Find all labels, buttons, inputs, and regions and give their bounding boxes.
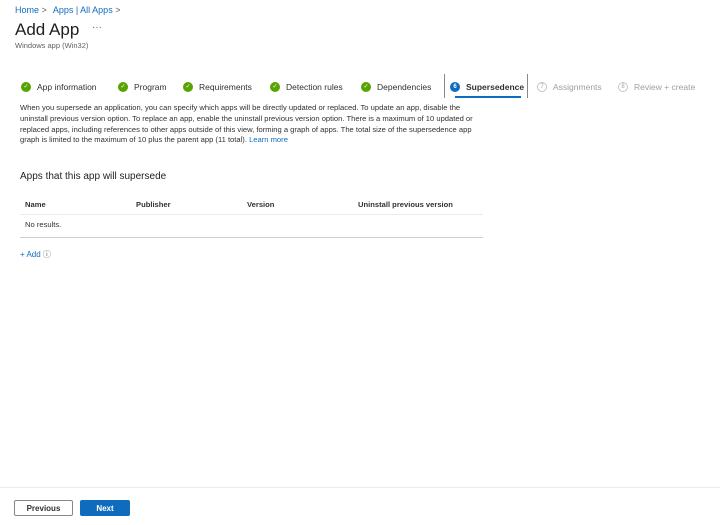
header-divider [20,214,483,215]
step-detection-rules[interactable]: ✓ Detection rules [270,80,343,93]
step-app-information[interactable]: ✓ App information [21,80,97,93]
step-label: Program [134,81,167,92]
check-icon: ✓ [270,81,280,92]
step-number-icon: 7 [537,81,547,92]
breadcrumb-separator: > [115,5,121,15]
column-header-version: Version [247,200,275,209]
footer-divider [0,487,720,488]
column-header-uninstall: Uninstall previous version [358,200,453,209]
breadcrumb: Home > Apps | All Apps > [15,5,124,15]
breadcrumb-apps[interactable]: Apps | All Apps [53,5,113,15]
check-icon: ✓ [183,81,193,92]
check-icon: ✓ [118,81,128,92]
step-label: Assignments [553,81,602,92]
step-number-icon: 8 [618,81,628,92]
step-assignments[interactable]: 7 Assignments [537,80,602,93]
add-button[interactable]: + Add ⓘ [20,249,51,260]
step-program[interactable]: ✓ Program [118,80,167,93]
step-label: Review + create [634,81,696,92]
next-button[interactable]: Next [80,500,130,516]
step-label: App information [37,81,97,92]
description: When you supersede an application, you c… [20,103,482,146]
table-divider [20,237,483,238]
section-title: Apps that this app will supersede [20,171,167,182]
check-icon: ✓ [361,81,371,92]
page-subtitle: Windows app (Win32) [15,41,89,50]
more-options-button[interactable]: ··· [92,22,102,33]
step-supersedence[interactable]: 6 Supersedence [450,80,524,93]
learn-more-link[interactable]: Learn more [249,135,288,144]
step-number-icon: 6 [450,81,460,92]
previous-button[interactable]: Previous [14,500,73,516]
step-label: Detection rules [286,81,343,92]
step-requirements[interactable]: ✓ Requirements [183,80,252,93]
step-label: Requirements [199,81,252,92]
breadcrumb-separator: > [41,5,47,15]
add-label: + Add [20,250,41,259]
page-title: Add App [15,20,80,39]
current-step-underline [455,96,521,98]
column-header-name: Name [25,200,46,209]
check-icon: ✓ [21,81,31,92]
step-label: Supersedence [466,81,525,92]
column-header-publisher: Publisher [136,200,171,209]
description-text: When you supersede an application, you c… [20,103,473,145]
empty-message: No results. [25,220,62,229]
step-dependencies[interactable]: ✓ Dependencies [361,80,431,93]
step-review-create[interactable]: 8 Review + create [618,80,695,93]
step-label: Dependencies [377,81,432,92]
breadcrumb-home[interactable]: Home [15,5,39,15]
info-icon[interactable]: ⓘ [43,250,51,259]
